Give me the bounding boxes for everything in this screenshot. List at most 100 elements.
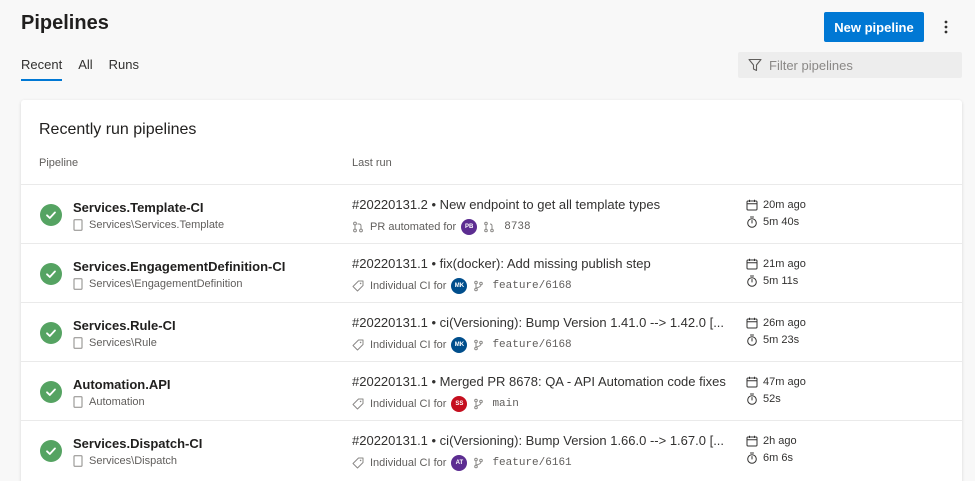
run-started: 47m ago (746, 376, 806, 388)
page-title: Pipelines (21, 12, 109, 34)
calendar-icon (746, 376, 758, 388)
success-check-icon (46, 447, 56, 455)
tab-all[interactable]: All (78, 57, 92, 81)
run-duration-text: 6m 6s (763, 452, 793, 464)
column-header-last-run: Last run (352, 157, 392, 169)
run-title[interactable]: #20220131.1 • ci(Versioning): Bump Versi… (352, 315, 727, 330)
run-duration: 5m 11s (746, 275, 798, 287)
run-title[interactable]: #20220131.1 • Merged PR 8678: QA - API A… (352, 374, 727, 389)
repo-file-icon (73, 278, 83, 290)
run-duration-text: 5m 23s (763, 334, 800, 346)
avatar: MK (451, 337, 468, 353)
filter-input[interactable] (769, 57, 949, 73)
pipeline-path: Automation (73, 396, 145, 408)
run-trigger: Individual CI for (370, 457, 447, 469)
run-ref[interactable]: feature/6168 (492, 280, 571, 292)
pipeline-path: Services\Services.Template (73, 219, 224, 231)
calendar-icon (746, 435, 758, 447)
run-duration: 5m 40s (746, 216, 799, 228)
repo-file-icon (73, 396, 83, 408)
run-meta: Individual CI for MK feature/6168 (352, 278, 572, 294)
status-success-badge (40, 204, 62, 226)
pipeline-name[interactable]: Automation.API (73, 377, 171, 392)
run-started: 21m ago (746, 258, 806, 270)
pipeline-row[interactable]: Services.EngagementDefinition-CI Services… (21, 243, 962, 302)
pipeline-path-text: Services\Services.Template (89, 219, 225, 231)
run-trigger: Individual CI for (370, 339, 447, 351)
more-options-button[interactable] (934, 14, 958, 40)
run-trigger: Individual CI for (370, 398, 447, 410)
pipeline-name[interactable]: Services.Dispatch-CI (73, 436, 202, 451)
filter-icon (748, 58, 762, 72)
pipeline-path: Services\Dispatch (73, 455, 177, 467)
branch-icon (474, 398, 484, 410)
repo-file-icon (73, 337, 83, 349)
pipeline-path-text: Services\EngagementDefinition (89, 278, 243, 290)
run-duration: 52s (746, 393, 781, 405)
card-title: Recently run pipelines (39, 121, 197, 138)
status-success-badge (40, 263, 62, 285)
run-meta: Individual CI for MK feature/6168 (352, 337, 572, 353)
success-check-icon (46, 211, 56, 219)
pipeline-name[interactable]: Services.Template-CI (73, 200, 204, 215)
run-meta: Individual CI for SS main (352, 396, 519, 412)
status-success-badge (40, 381, 62, 403)
run-title[interactable]: #20220131.2 • New endpoint to get all te… (352, 197, 727, 212)
run-title[interactable]: #20220131.1 • ci(Versioning): Bump Versi… (352, 433, 727, 448)
stopwatch-icon (747, 216, 757, 228)
calendar-icon (746, 199, 758, 211)
run-meta: Individual CI for AT feature/6161 (352, 455, 572, 471)
run-ref[interactable]: feature/6161 (492, 457, 571, 469)
pr-number-icon (484, 221, 495, 233)
filter-box (738, 52, 962, 78)
run-duration-text: 52s (763, 393, 781, 405)
run-ref[interactable]: feature/6168 (492, 339, 571, 351)
status-success-badge (40, 322, 62, 344)
run-started: 20m ago (746, 199, 806, 211)
pipeline-path-text: Services\Dispatch (89, 455, 178, 467)
pipeline-name[interactable]: Services.Rule-CI (73, 318, 176, 333)
run-started: 2h ago (746, 435, 797, 447)
tab-runs[interactable]: Runs (109, 57, 139, 81)
avatar: MK (451, 278, 468, 294)
pipeline-path-text: Services\Rule (89, 337, 157, 349)
column-header-pipeline: Pipeline (39, 157, 79, 169)
pipeline-list: Services.Template-CI Services\Services.Te… (21, 184, 962, 479)
tag-icon (352, 280, 364, 292)
run-started-text: 26m ago (763, 317, 806, 329)
stopwatch-icon (747, 393, 757, 405)
branch-icon (474, 457, 484, 469)
pipeline-row[interactable]: Services.Rule-CI Services\Rule #20220131.1… (21, 302, 962, 361)
branch-icon (474, 280, 484, 292)
success-check-icon (46, 270, 56, 278)
run-started-text: 21m ago (763, 258, 806, 270)
run-ref[interactable]: main (492, 398, 518, 410)
run-trigger: PR automated for (370, 221, 457, 233)
avatar: SS (451, 396, 468, 412)
run-ref[interactable]: 8738 (504, 221, 530, 233)
new-pipeline-button[interactable]: New pipeline (824, 12, 924, 42)
run-title[interactable]: #20220131.1 • fix(docker): Add missing p… (352, 256, 727, 271)
pipeline-row[interactable]: Services.Dispatch-CI Services\Dispatch #20… (21, 420, 962, 479)
avatar: AT (451, 455, 468, 471)
more-vertical-icon (944, 20, 948, 34)
run-started-text: 47m ago (763, 376, 806, 388)
pipeline-row[interactable]: Automation.API Automation #20220131.1 • Me… (21, 361, 962, 420)
tag-icon (352, 457, 364, 469)
pipeline-name[interactable]: Services.EngagementDefinition-CI (73, 259, 285, 274)
repo-file-icon (73, 219, 83, 231)
run-duration-text: 5m 40s (763, 216, 800, 228)
status-success-badge (40, 440, 62, 462)
run-trigger: Individual CI for (370, 280, 447, 292)
stopwatch-icon (747, 275, 757, 287)
tab-recent[interactable]: Recent (21, 57, 63, 81)
pipeline-path: Services\Rule (73, 337, 157, 349)
calendar-icon (746, 258, 758, 270)
pipeline-row[interactable]: Services.Template-CI Services\Services.Te… (21, 184, 962, 243)
run-started-text: 20m ago (763, 199, 806, 211)
pipeline-path: Services\EngagementDefinition (73, 278, 242, 290)
run-started-text: 2h ago (763, 435, 797, 447)
run-duration: 5m 23s (746, 334, 799, 346)
avatar: PB (461, 219, 478, 235)
pipeline-path-text: Automation (89, 396, 145, 408)
